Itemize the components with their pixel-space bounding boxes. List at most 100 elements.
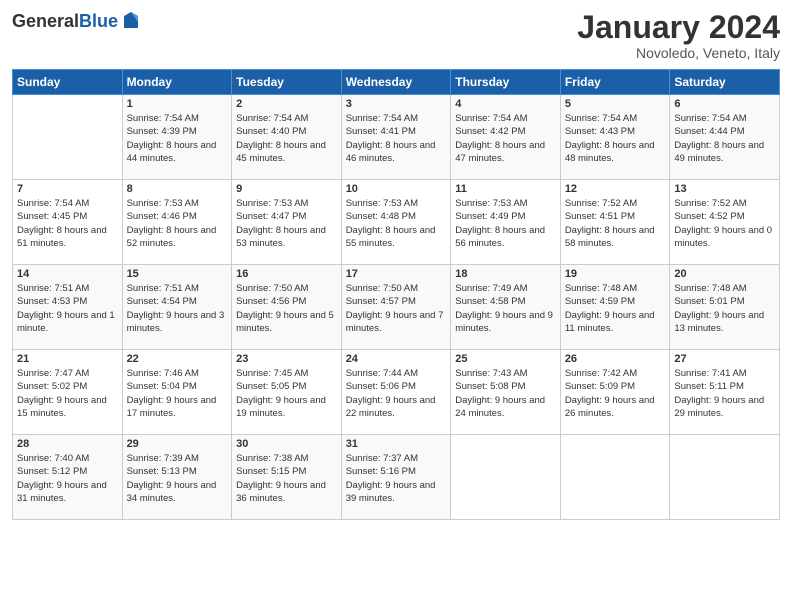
cell-info: Sunrise: 7:43 AMSunset: 5:08 PMDaylight:… <box>455 367 556 420</box>
day-number: 31 <box>346 438 447 450</box>
col-monday: Monday <box>122 70 232 95</box>
day-number: 9 <box>236 183 337 195</box>
title-block: January 2024 Novoledo, Veneto, Italy <box>577 10 780 61</box>
calendar-cell: 23 Sunrise: 7:45 AMSunset: 5:05 PMDayligh… <box>232 350 342 435</box>
calendar-cell: 14Sunrise: 7:51 AMSunset: 4:53 PMDayligh… <box>13 265 123 350</box>
calendar-cell: 24 Sunrise: 7:44 AMSunset: 5:06 PMDayligh… <box>341 350 451 435</box>
cell-info: Sunrise: 7:37 AMSunset: 5:16 PMDaylight:… <box>346 452 447 505</box>
calendar-cell: 22 Sunrise: 7:46 AMSunset: 5:04 PMDayligh… <box>122 350 232 435</box>
calendar-cell: 6Sunrise: 7:54 AMSunset: 4:44 PMDaylight… <box>670 95 780 180</box>
day-number: 2 <box>236 98 337 110</box>
header-row: Sunday Monday Tuesday Wednesday Thursday… <box>13 70 780 95</box>
cell-info: Sunrise: 7:41 AMSunset: 5:11 PMDaylight:… <box>674 367 775 420</box>
calendar-cell: 15Sunrise: 7:51 AMSunset: 4:54 PMDayligh… <box>122 265 232 350</box>
cell-info: Sunrise: 7:44 AMSunset: 5:06 PMDaylight:… <box>346 367 447 420</box>
day-number: 7 <box>17 183 118 195</box>
calendar-cell: 10 Sunrise: 7:53 AMSunset: 4:48 PMDayligh… <box>341 180 451 265</box>
calendar-cell: 5Sunrise: 7:54 AMSunset: 4:43 PMDaylight… <box>560 95 670 180</box>
day-number: 30 <box>236 438 337 450</box>
calendar-cell <box>13 95 123 180</box>
day-number: 4 <box>455 98 556 110</box>
calendar-cell: 11 Sunrise: 7:53 AMSunset: 4:49 PMDayligh… <box>451 180 561 265</box>
day-number: 10 <box>346 183 447 195</box>
cell-info: Sunrise: 7:54 AMSunset: 4:44 PMDaylight:… <box>674 112 775 165</box>
month-title: January 2024 <box>577 10 780 45</box>
col-thursday: Thursday <box>451 70 561 95</box>
calendar-cell: 28 Sunrise: 7:40 AMSunset: 5:12 PMDayligh… <box>13 435 123 520</box>
calendar-cell: 16Sunrise: 7:50 AMSunset: 4:56 PMDayligh… <box>232 265 342 350</box>
cell-info: Sunrise: 7:53 AMSunset: 4:49 PMDaylight:… <box>455 197 556 250</box>
cell-info: Sunrise: 7:50 AMSunset: 4:56 PMDaylight:… <box>236 282 337 335</box>
col-wednesday: Wednesday <box>341 70 451 95</box>
cell-info: Sunrise: 7:48 AMSunset: 5:01 PMDaylight:… <box>674 282 775 335</box>
cell-info: Sunrise: 7:50 AMSunset: 4:57 PMDaylight:… <box>346 282 447 335</box>
logo: GeneralBlue <box>12 10 142 32</box>
logo-icon <box>120 10 142 32</box>
col-saturday: Saturday <box>670 70 780 95</box>
day-number: 8 <box>127 183 228 195</box>
day-number: 24 <box>346 353 447 365</box>
logo-general: General <box>12 11 79 31</box>
calendar-cell: 3Sunrise: 7:54 AMSunset: 4:41 PMDaylight… <box>341 95 451 180</box>
cell-info: Sunrise: 7:52 AMSunset: 4:51 PMDaylight:… <box>565 197 666 250</box>
cell-info: Sunrise: 7:53 AMSunset: 4:48 PMDaylight:… <box>346 197 447 250</box>
day-number: 22 <box>127 353 228 365</box>
day-number: 26 <box>565 353 666 365</box>
calendar-cell: 26 Sunrise: 7:42 AMSunset: 5:09 PMDayligh… <box>560 350 670 435</box>
day-number: 27 <box>674 353 775 365</box>
cell-info: Sunrise: 7:51 AMSunset: 4:53 PMDaylight:… <box>17 282 118 335</box>
calendar-cell: 18 Sunrise: 7:49 AMSunset: 4:58 PMDayligh… <box>451 265 561 350</box>
day-number: 3 <box>346 98 447 110</box>
calendar-cell: 13 Sunrise: 7:52 AMSunset: 4:52 PMDayligh… <box>670 180 780 265</box>
cell-info: Sunrise: 7:39 AMSunset: 5:13 PMDaylight:… <box>127 452 228 505</box>
cell-info: Sunrise: 7:49 AMSunset: 4:58 PMDaylight:… <box>455 282 556 335</box>
day-number: 21 <box>17 353 118 365</box>
calendar-cell: 1 Sunrise: 7:54 AMSunset: 4:39 PMDaylight… <box>122 95 232 180</box>
calendar-cell: 7Sunrise: 7:54 AMSunset: 4:45 PMDaylight… <box>13 180 123 265</box>
cell-info: Sunrise: 7:54 AMSunset: 4:39 PMDaylight:… <box>127 112 228 165</box>
calendar-cell: 27 Sunrise: 7:41 AMSunset: 5:11 PMDayligh… <box>670 350 780 435</box>
cell-info: Sunrise: 7:42 AMSunset: 5:09 PMDaylight:… <box>565 367 666 420</box>
location: Novoledo, Veneto, Italy <box>577 45 780 61</box>
cell-info: Sunrise: 7:53 AMSunset: 4:46 PMDaylight:… <box>127 197 228 250</box>
cell-info: Sunrise: 7:52 AMSunset: 4:52 PMDaylight:… <box>674 197 775 250</box>
page-container: GeneralBlue January 2024 Novoledo, Venet… <box>0 0 792 530</box>
day-number: 5 <box>565 98 666 110</box>
calendar-cell <box>451 435 561 520</box>
week-row-1: 7Sunrise: 7:54 AMSunset: 4:45 PMDaylight… <box>13 180 780 265</box>
day-number: 17 <box>346 268 447 280</box>
day-number: 29 <box>127 438 228 450</box>
day-number: 20 <box>674 268 775 280</box>
calendar-cell: 31 Sunrise: 7:37 AMSunset: 5:16 PMDayligh… <box>341 435 451 520</box>
calendar-cell: 17 Sunrise: 7:50 AMSunset: 4:57 PMDayligh… <box>341 265 451 350</box>
cell-info: Sunrise: 7:46 AMSunset: 5:04 PMDaylight:… <box>127 367 228 420</box>
day-number: 11 <box>455 183 556 195</box>
calendar-cell <box>560 435 670 520</box>
day-number: 25 <box>455 353 556 365</box>
day-number: 23 <box>236 353 337 365</box>
day-number: 18 <box>455 268 556 280</box>
day-number: 13 <box>674 183 775 195</box>
week-row-4: 28 Sunrise: 7:40 AMSunset: 5:12 PMDayligh… <box>13 435 780 520</box>
logo-blue: Blue <box>79 11 118 31</box>
calendar-cell: 4Sunrise: 7:54 AMSunset: 4:42 PMDaylight… <box>451 95 561 180</box>
calendar-cell: 25 Sunrise: 7:43 AMSunset: 5:08 PMDayligh… <box>451 350 561 435</box>
calendar-cell: 2 Sunrise: 7:54 AMSunset: 4:40 PMDaylight… <box>232 95 342 180</box>
cell-info: Sunrise: 7:47 AMSunset: 5:02 PMDaylight:… <box>17 367 118 420</box>
day-number: 28 <box>17 438 118 450</box>
calendar-cell <box>670 435 780 520</box>
col-sunday: Sunday <box>13 70 123 95</box>
calendar-table: Sunday Monday Tuesday Wednesday Thursday… <box>12 69 780 520</box>
calendar-cell: 19 Sunrise: 7:48 AMSunset: 4:59 PMDayligh… <box>560 265 670 350</box>
day-number: 19 <box>565 268 666 280</box>
cell-info: Sunrise: 7:53 AMSunset: 4:47 PMDaylight:… <box>236 197 337 250</box>
week-row-2: 14Sunrise: 7:51 AMSunset: 4:53 PMDayligh… <box>13 265 780 350</box>
day-number: 1 <box>127 98 228 110</box>
day-number: 15 <box>127 268 228 280</box>
cell-info: Sunrise: 7:54 AMSunset: 4:40 PMDaylight:… <box>236 112 337 165</box>
cell-info: Sunrise: 7:40 AMSunset: 5:12 PMDaylight:… <box>17 452 118 505</box>
cell-info: Sunrise: 7:45 AMSunset: 5:05 PMDaylight:… <box>236 367 337 420</box>
cell-info: Sunrise: 7:48 AMSunset: 4:59 PMDaylight:… <box>565 282 666 335</box>
cell-info: Sunrise: 7:38 AMSunset: 5:15 PMDaylight:… <box>236 452 337 505</box>
calendar-cell: 29 Sunrise: 7:39 AMSunset: 5:13 PMDayligh… <box>122 435 232 520</box>
